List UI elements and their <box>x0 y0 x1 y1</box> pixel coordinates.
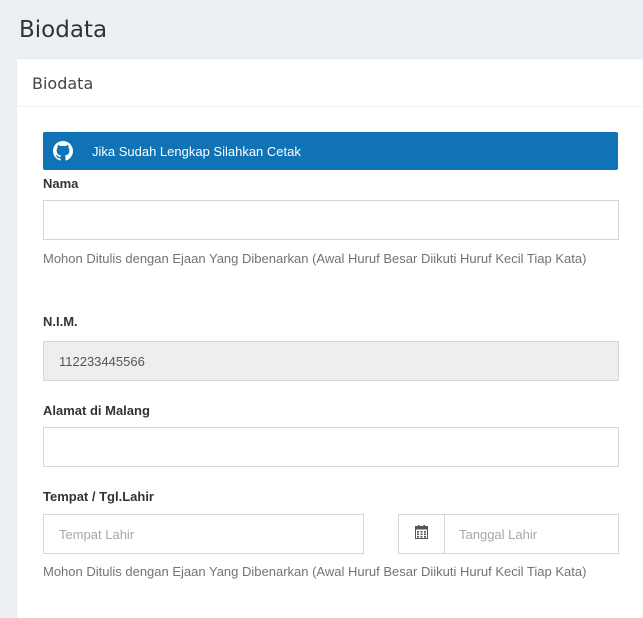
tempat-lahir-placeholder: Tempat Lahir <box>59 526 135 542</box>
nim-value: 112233445566 <box>59 353 145 369</box>
github-icon <box>53 141 73 161</box>
page-header: Biodata <box>0 0 643 56</box>
panel-heading: Biodata <box>17 59 643 107</box>
nama-label: Nama <box>43 176 79 191</box>
panel-title: Biodata <box>32 74 94 93</box>
nim-label: N.I.M. <box>43 314 78 329</box>
ttl-help-text: Mohon Ditulis dengan Ejaan Yang Dibenark… <box>43 564 587 579</box>
tempat-lahir-input[interactable]: Tempat Lahir <box>43 514 364 554</box>
alamat-label: Alamat di Malang <box>43 403 150 418</box>
nim-input[interactable]: 112233445566 <box>43 341 619 381</box>
calendar-addon[interactable] <box>398 514 445 554</box>
nama-input[interactable] <box>43 200 619 240</box>
nama-help-text: Mohon Ditulis dengan Ejaan Yang Dibenark… <box>43 251 587 266</box>
alamat-input[interactable] <box>43 427 619 467</box>
page-title: Biodata <box>19 17 108 43</box>
ttl-label: Tempat / Tgl.Lahir <box>43 489 154 504</box>
calendar-icon <box>415 524 428 544</box>
alert-text: Jika Sudah Lengkap Silahkan Cetak <box>92 143 301 159</box>
tanggal-lahir-input[interactable]: Tanggal Lahir <box>444 514 619 554</box>
biodata-panel: Biodata Jika Sudah Lengkap Silahkan Ceta… <box>17 58 643 618</box>
tanggal-lahir-placeholder: Tanggal Lahir <box>459 526 538 542</box>
print-alert-bar[interactable]: Jika Sudah Lengkap Silahkan Cetak <box>43 132 618 170</box>
